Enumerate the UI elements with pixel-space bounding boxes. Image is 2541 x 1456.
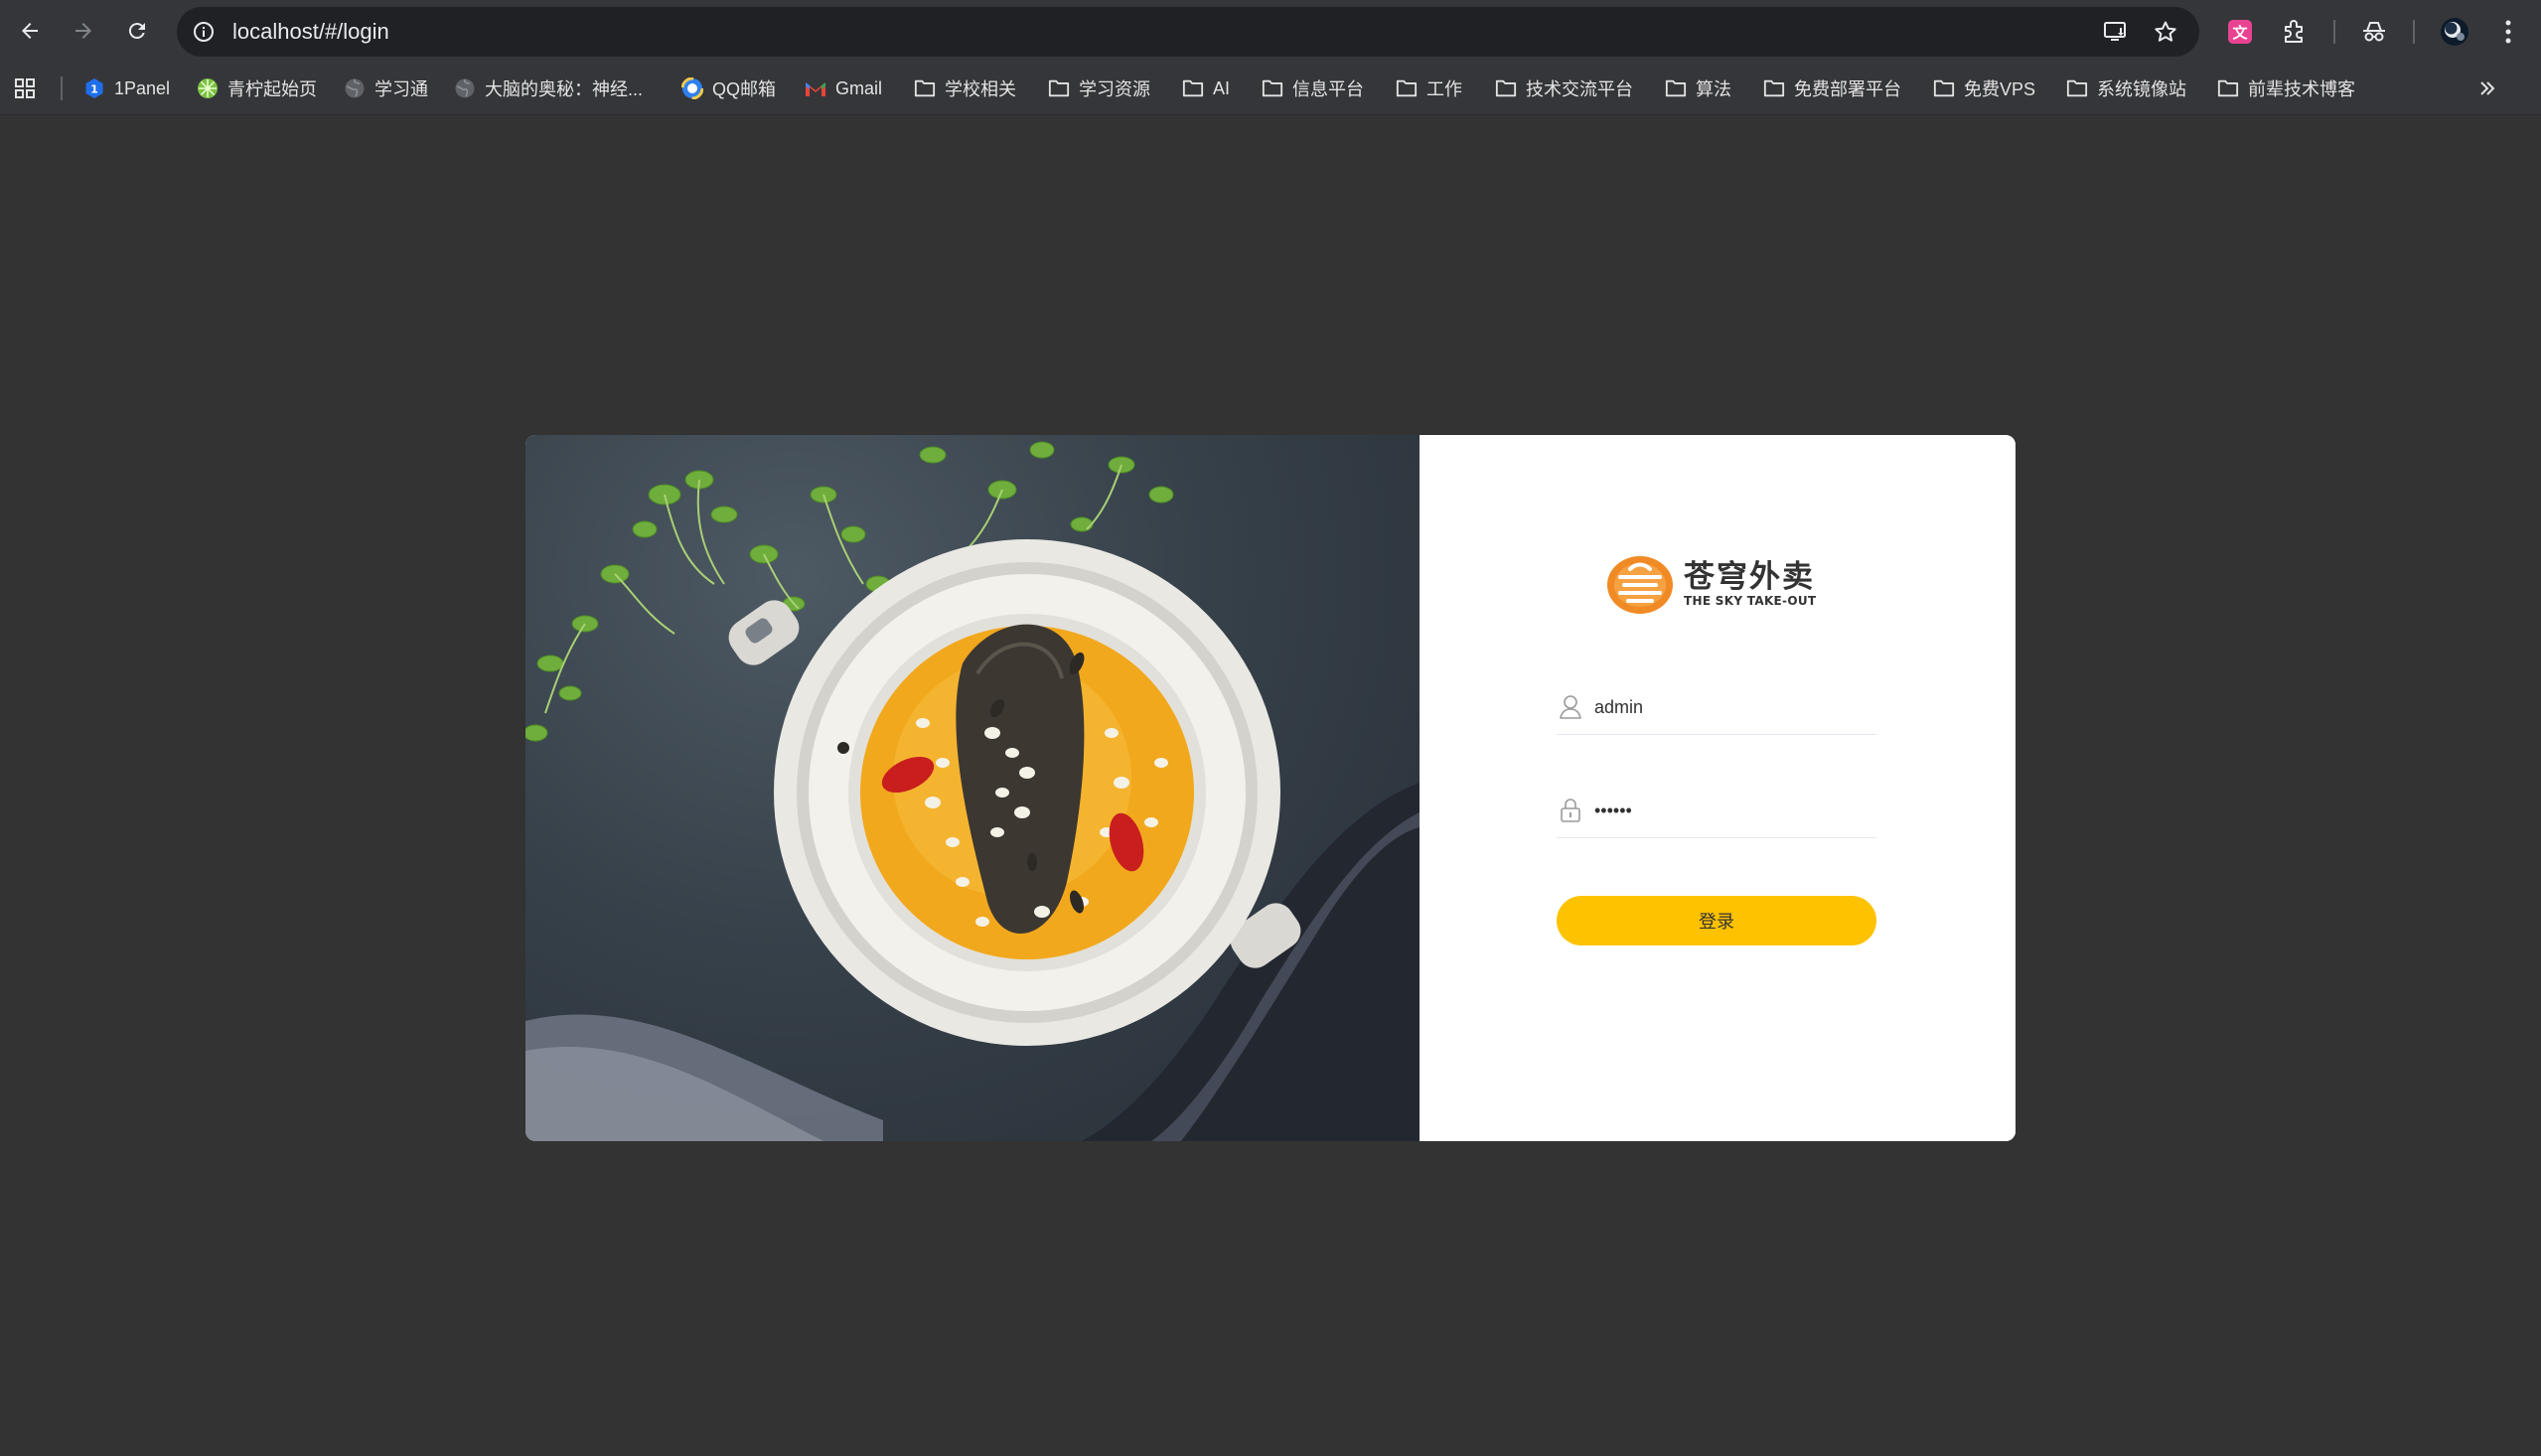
bookmark-folder-work[interactable]: 工作: [1396, 74, 1462, 102]
bookmark-gmail[interactable]: Gmail: [805, 74, 882, 102]
arrow-right-icon: [75, 23, 91, 39]
toolbar-divider: [2333, 20, 2335, 44]
bookmarks-bar: 1 1Panel 青柠起始页 学习通 大脑的奥秘：神经... QQ邮箱 Gmai…: [0, 63, 2541, 115]
bookmark-folder-info-platform[interactable]: 信息平台: [1262, 74, 1364, 102]
logo-title-cn: 苍穹外卖: [1684, 559, 1815, 595]
lime-icon: [197, 77, 219, 99]
svg-text:文: 文: [2232, 24, 2248, 42]
username-field: [1557, 682, 1876, 735]
bookmark-1panel[interactable]: 1 1Panel: [83, 74, 170, 102]
logo-title-en: THE SKY TAKE-OUT: [1684, 594, 1817, 608]
arrow-left-icon: [22, 23, 38, 39]
bookmark-folder-tech-exchange[interactable]: 技术交流平台: [1495, 74, 1633, 102]
password-field: [1557, 786, 1876, 838]
folder-icon: [2217, 77, 2239, 99]
food-photo: [525, 435, 1420, 1141]
bookmarks-divider: [61, 76, 63, 100]
reload-icon: [128, 23, 145, 40]
menu-kebab-icon[interactable]: [2491, 15, 2525, 49]
folder-icon: [1048, 77, 1070, 99]
install-app-icon[interactable]: [2101, 17, 2131, 47]
1panel-icon: 1: [83, 77, 105, 99]
password-input[interactable]: [1594, 794, 1868, 827]
folder-icon: [1495, 77, 1517, 99]
bookmark-folder-resources[interactable]: 学习资源: [1048, 74, 1150, 102]
bookmark-brain[interactable]: 大脑的奥秘：神经...: [454, 74, 643, 102]
bookmark-folder-free-deploy[interactable]: 免费部署平台: [1763, 74, 1901, 102]
username-input[interactable]: [1594, 690, 1868, 724]
folder-icon: [1262, 77, 1283, 99]
globe-icon: [344, 77, 366, 99]
url-text: localhost/#/login: [232, 19, 389, 44]
bookmarks-overflow-icon[interactable]: [2477, 74, 2497, 102]
bookmark-folder-ai[interactable]: AI: [1182, 74, 1230, 102]
folder-icon: [1933, 77, 1955, 99]
folder-icon: [1396, 77, 1418, 99]
bookmark-folder-mirrors[interactable]: 系统镜像站: [2066, 74, 2186, 102]
profile-avatar-icon[interactable]: [2438, 15, 2471, 49]
bookmark-folder-blogs[interactable]: 前辈技术博客: [2217, 74, 2355, 102]
address-bar[interactable]: localhost/#/login: [177, 7, 2199, 57]
login-card: 苍穹外卖 THE SKY TAKE-OUT 登录: [525, 435, 2016, 1141]
bookmark-folder-free-vps[interactable]: 免费VPS: [1933, 74, 2035, 102]
bookmark-xuexitong[interactable]: 学习通: [344, 74, 428, 102]
extensions-puzzle-icon[interactable]: [2278, 15, 2312, 49]
brand-logo: 苍穹外卖 THE SKY TAKE-OUT: [1606, 555, 1816, 615]
forward-button[interactable]: [67, 14, 100, 48]
browser-toolbar: localhost/#/login 文: [0, 0, 2541, 63]
incognito-icon[interactable]: [2357, 15, 2391, 49]
svg-text:1: 1: [90, 83, 98, 96]
sky-takeout-logo-icon: [1607, 556, 1673, 614]
login-button[interactable]: 登录: [1557, 896, 1876, 946]
bookmark-folder-algorithm[interactable]: 算法: [1665, 74, 1731, 102]
site-info-icon[interactable]: [189, 17, 219, 47]
bookmark-qingning[interactable]: 青柠起始页: [197, 74, 317, 102]
reload-button[interactable]: [120, 14, 154, 48]
apps-grid-icon[interactable]: [14, 74, 36, 102]
folder-icon: [2066, 77, 2088, 99]
globe-icon: [454, 77, 476, 99]
login-panel: 苍穹外卖 THE SKY TAKE-OUT 登录: [1420, 435, 2016, 1141]
qqmail-icon: [681, 77, 703, 99]
user-icon: [1560, 695, 1581, 719]
bookmark-folder-school[interactable]: 学校相关: [914, 74, 1016, 102]
toolbar-divider: [2413, 20, 2415, 44]
folder-icon: [914, 77, 936, 99]
back-button[interactable]: [13, 14, 47, 48]
folder-icon: [1182, 77, 1204, 99]
bookmark-qqmail[interactable]: QQ邮箱: [681, 74, 776, 102]
lock-icon: [1561, 799, 1580, 822]
gmail-icon: [805, 77, 826, 99]
bookmark-star-icon[interactable]: [2151, 17, 2180, 47]
folder-icon: [1665, 77, 1687, 99]
translate-extension-icon[interactable]: 文: [2223, 15, 2257, 49]
folder-icon: [1763, 77, 1785, 99]
